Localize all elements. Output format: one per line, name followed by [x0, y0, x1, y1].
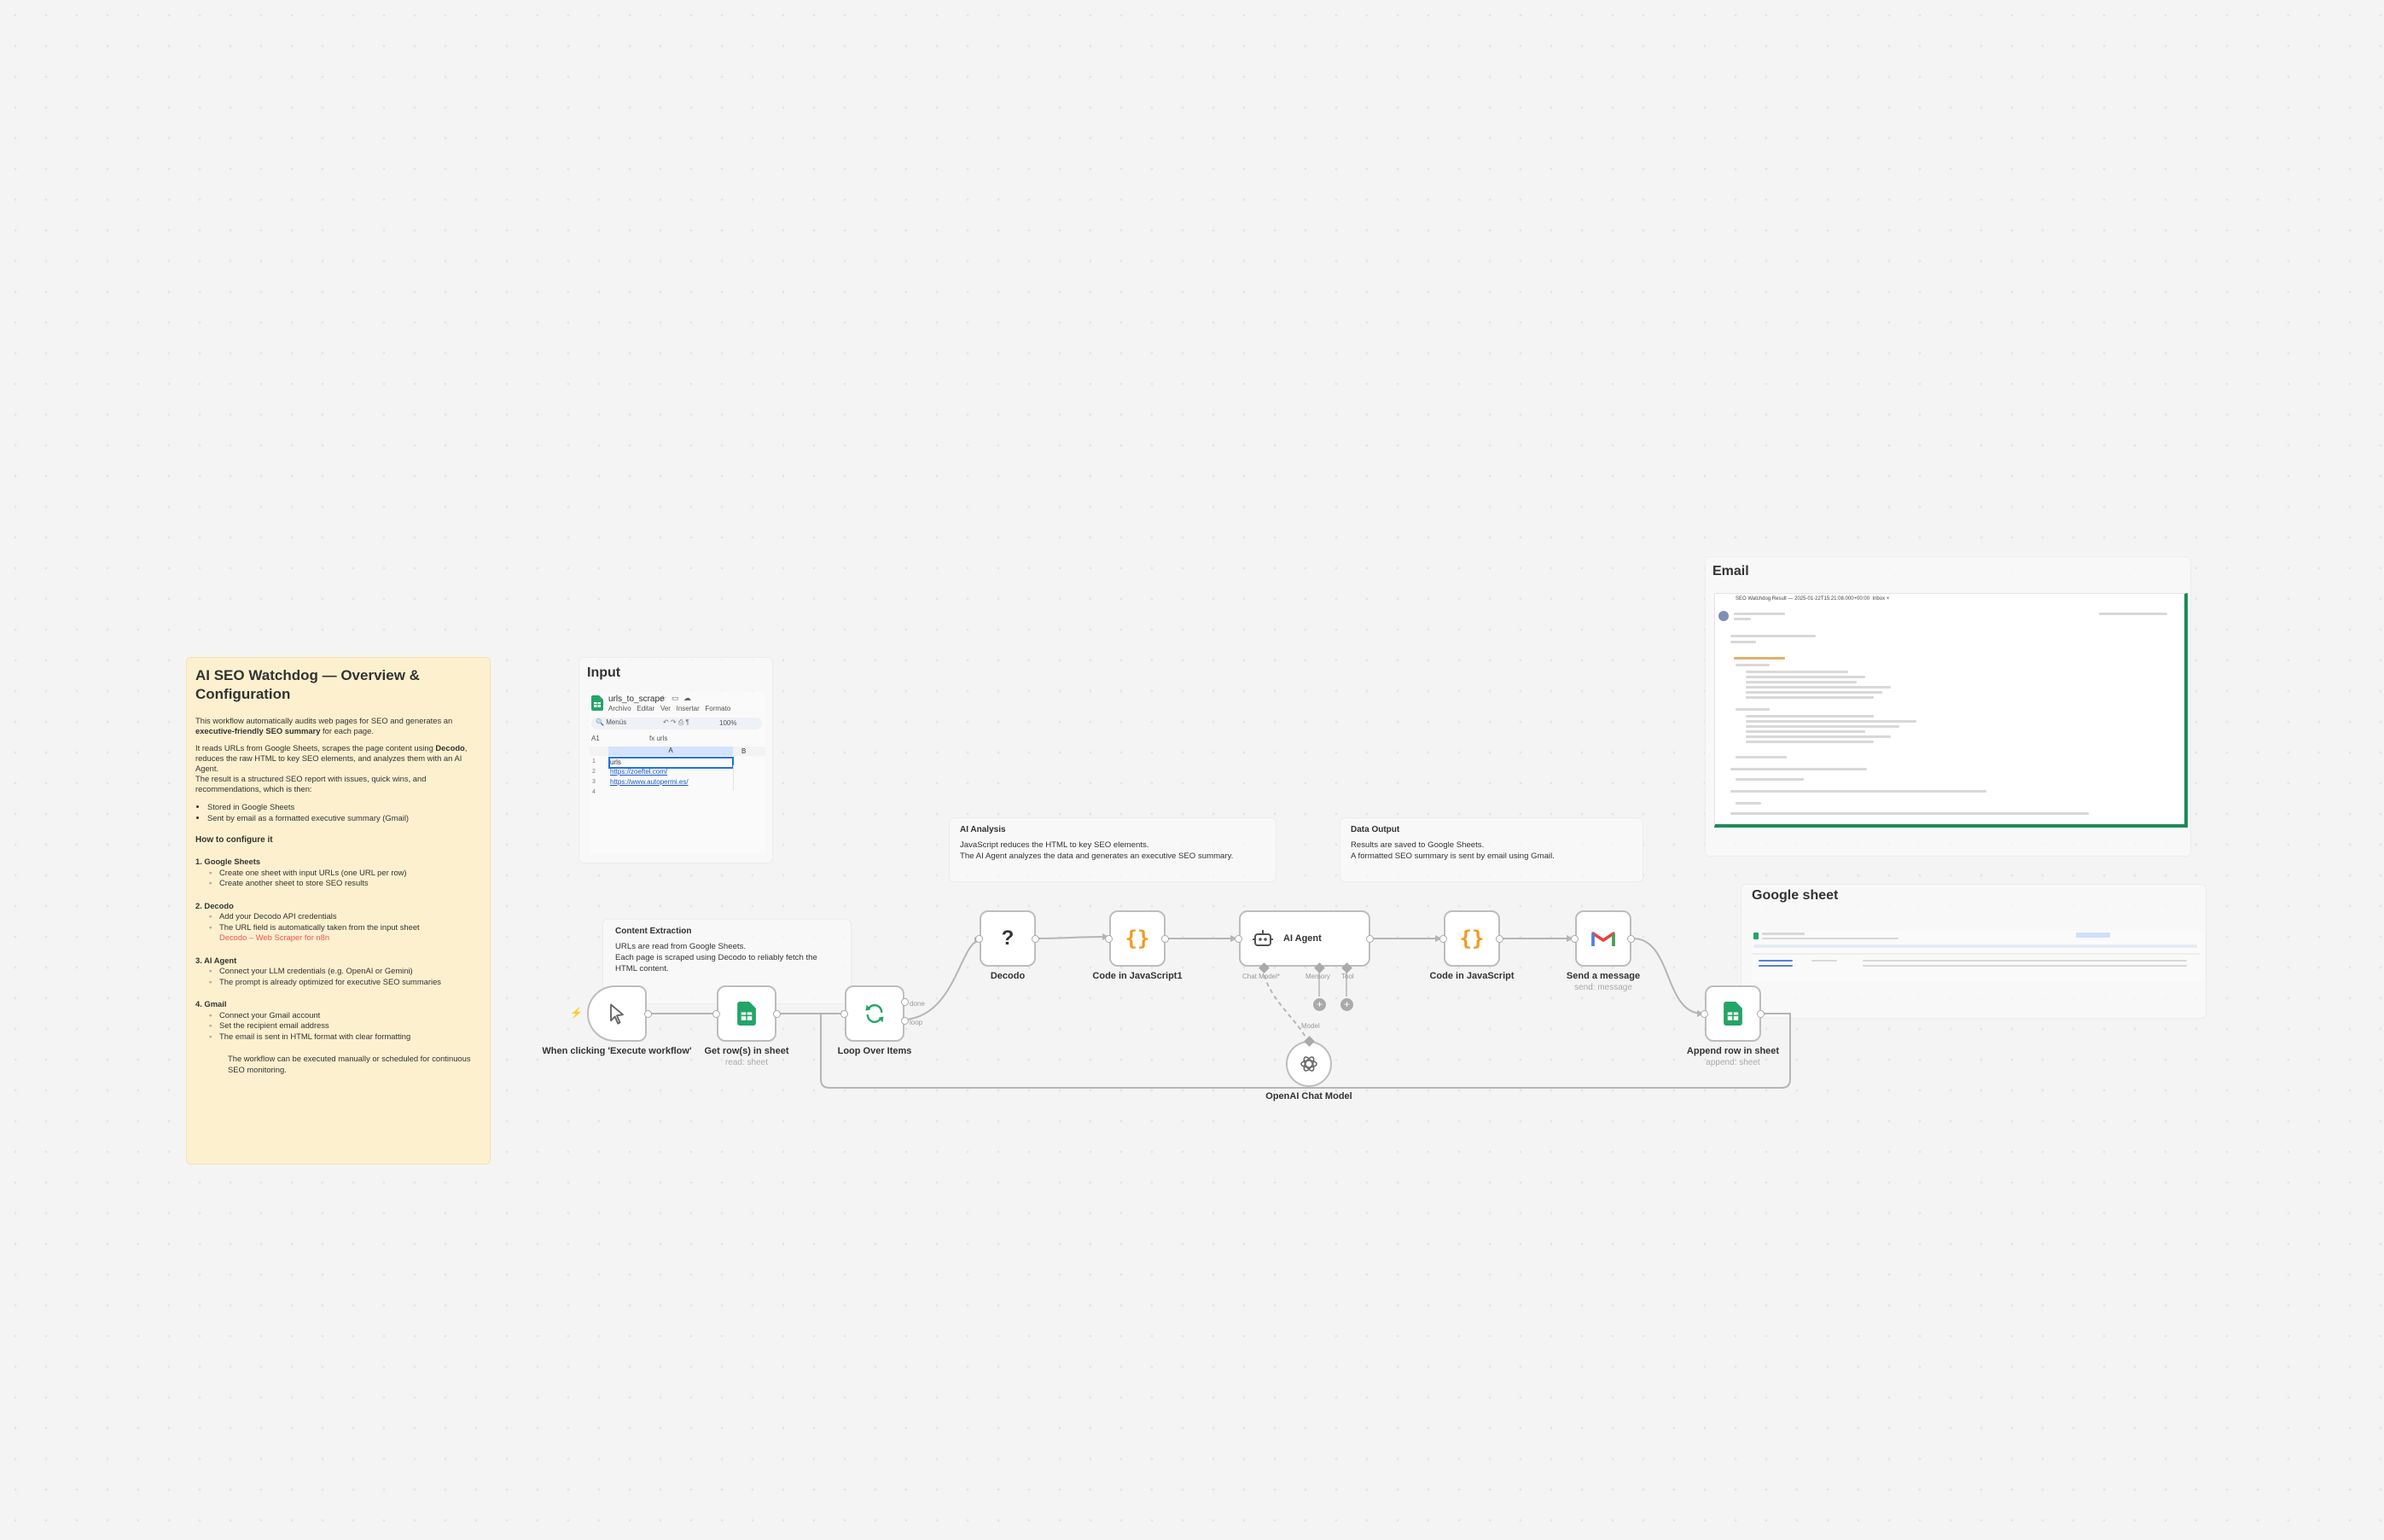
- question-mark-icon: ?: [1001, 927, 1015, 950]
- append-row-node[interactable]: [1705, 985, 1761, 1042]
- loop-node-label: Loop Over Items: [837, 1046, 912, 1056]
- gmail-node-label: Send a message: [1566, 971, 1641, 981]
- append-output-port[interactable]: [1757, 1010, 1765, 1018]
- trigger-node[interactable]: [587, 985, 647, 1042]
- code-braces-icon: {}: [1125, 927, 1150, 950]
- decodo-output-port[interactable]: [1032, 935, 1039, 943]
- loop-done-port[interactable]: [901, 998, 909, 1006]
- gmail-node-subtitle: send: message: [1574, 983, 1632, 992]
- code-braces-icon: {}: [1459, 927, 1485, 950]
- openai-icon: [1300, 1056, 1317, 1072]
- gmail-icon: [1591, 932, 1615, 946]
- code2-output-port[interactable]: [1496, 935, 1503, 943]
- google-sheets-icon: [1724, 1002, 1742, 1026]
- gmail-output-port[interactable]: [1627, 935, 1635, 943]
- tool-port-label: Tool: [1341, 973, 1354, 980]
- trigger-output-port[interactable]: [644, 1010, 652, 1018]
- code-javascript1-node[interactable]: {}: [1109, 910, 1166, 967]
- get-rows-output-port[interactable]: [773, 1010, 781, 1018]
- append-row-node-label: Append row in sheet: [1686, 1046, 1780, 1056]
- code1-node-label: Code in JavaScript1: [1092, 971, 1183, 981]
- agent-input-port[interactable]: [1235, 935, 1242, 943]
- cursor-click-icon: [610, 1003, 624, 1025]
- code2-node-label: Code in JavaScript: [1429, 971, 1515, 981]
- loop-over-items-node[interactable]: [845, 985, 904, 1042]
- get-rows-node-subtitle: read: sheet: [724, 1058, 769, 1067]
- model-connection-label: Model: [1301, 1022, 1320, 1030]
- trigger-bolt-icon: ⚡: [570, 1007, 583, 1019]
- robot-icon: [1253, 930, 1273, 946]
- conn-decodo-code1: [1036, 936, 1108, 939]
- add-tool-button[interactable]: +: [1340, 998, 1353, 1011]
- gmail-input-port[interactable]: [1571, 935, 1579, 943]
- memory-port-label: Memory: [1305, 973, 1330, 980]
- code2-input-port[interactable]: [1439, 935, 1447, 943]
- loop-loop-port[interactable]: [901, 1017, 909, 1025]
- code1-input-port[interactable]: [1105, 935, 1113, 943]
- ai-agent-node[interactable]: AI Agent: [1239, 910, 1370, 967]
- append-input-port[interactable]: [1701, 1010, 1708, 1018]
- openai-node-label: OpenAI Chat Model: [1265, 1091, 1352, 1101]
- get-rows-node[interactable]: [717, 985, 776, 1042]
- append-row-node-subtitle: append: sheet: [1706, 1058, 1760, 1067]
- code-javascript-node[interactable]: {}: [1444, 910, 1500, 967]
- get-rows-input-port[interactable]: [712, 1010, 720, 1018]
- google-sheets-icon: [737, 1002, 756, 1026]
- loop-loop-output-label: loop: [910, 1019, 923, 1026]
- agent-output-port[interactable]: [1366, 935, 1374, 943]
- loop-input-port[interactable]: [840, 1010, 848, 1018]
- decodo-node[interactable]: ?: [980, 910, 1036, 967]
- decodo-input-port[interactable]: [975, 935, 983, 943]
- ai-agent-node-label: AI Agent: [1283, 933, 1322, 944]
- loop-done-output-label: done: [910, 1000, 925, 1008]
- workflow-connections: [648, 933, 1791, 1089]
- code1-output-port[interactable]: [1161, 935, 1169, 943]
- send-message-node[interactable]: [1575, 910, 1631, 967]
- openai-chat-model-node[interactable]: [1286, 1041, 1332, 1087]
- chat-model-port-label: Chat Model*: [1242, 973, 1281, 980]
- add-memory-button[interactable]: +: [1313, 998, 1326, 1011]
- loop-arrows-icon: [865, 1004, 884, 1023]
